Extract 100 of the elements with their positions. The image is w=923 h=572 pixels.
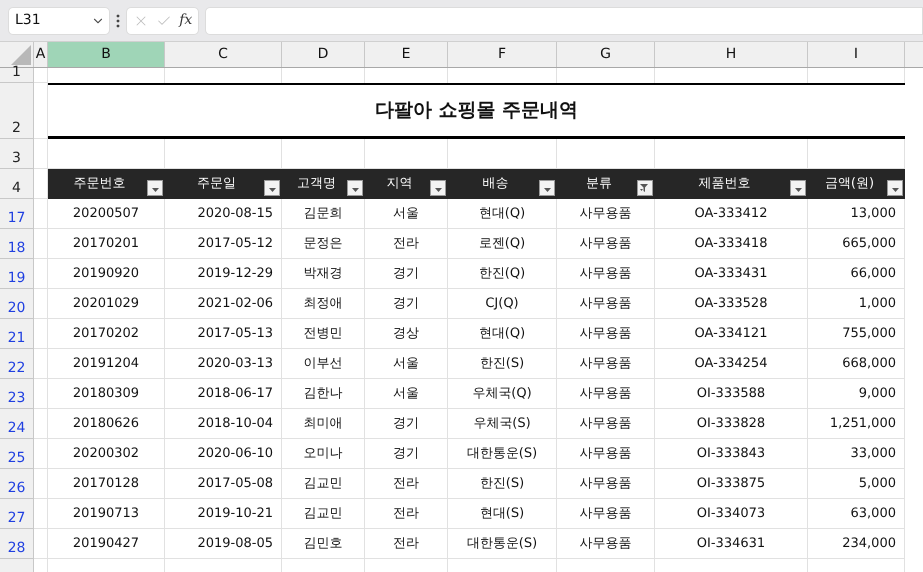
table-cell: 박재경 bbox=[282, 259, 365, 289]
more-options-icon[interactable] bbox=[116, 14, 120, 28]
sheet-title: 다팔아 쇼핑몰 주문내역 bbox=[48, 83, 905, 139]
dropdown-arrow-icon bbox=[794, 188, 802, 192]
table-cell: OA-334121 bbox=[655, 319, 808, 349]
table-cell: 2017-05-12 bbox=[165, 229, 282, 259]
table-cell: OA-334254 bbox=[655, 349, 808, 379]
table-cell: 대한통운(S) bbox=[448, 439, 557, 469]
table-cell: 20190920 bbox=[48, 259, 165, 289]
table-cell: 이부선 bbox=[282, 349, 365, 379]
row-header[interactable]: 1 bbox=[0, 68, 34, 83]
dropdown-arrow-icon bbox=[352, 188, 358, 192]
table-cell: 2020-08-15 bbox=[165, 199, 282, 229]
name-box[interactable]: L31 bbox=[8, 6, 110, 34]
row-header[interactable]: 18 bbox=[0, 229, 34, 259]
filter-applied-button[interactable] bbox=[637, 180, 653, 196]
table-cell: 전라 bbox=[365, 499, 448, 529]
table-cell: 20200507 bbox=[48, 199, 165, 229]
row-header[interactable]: 2 bbox=[0, 83, 34, 139]
column-header[interactable]: E bbox=[365, 42, 448, 67]
filter-button[interactable] bbox=[887, 180, 903, 196]
table-cell: 김민호 bbox=[282, 529, 365, 559]
table-cell: 2019-10-21 bbox=[165, 499, 282, 529]
table-cell: 2020-03-13 bbox=[165, 349, 282, 379]
row-header[interactable]: 28 bbox=[0, 529, 34, 559]
column-header[interactable]: I bbox=[808, 42, 905, 67]
filter-button[interactable] bbox=[430, 180, 446, 196]
table-cell: 1,251,000 bbox=[808, 409, 905, 439]
table-cell: 2017-05-08 bbox=[165, 469, 282, 499]
column-label: 지역 bbox=[386, 175, 412, 194]
empty-cell bbox=[34, 229, 48, 259]
table-cell: 사무용품 bbox=[557, 319, 655, 349]
column-header[interactable]: G bbox=[557, 42, 655, 67]
table-cell: OI-333843 bbox=[655, 439, 808, 469]
row-header[interactable]: 19 bbox=[0, 259, 34, 289]
table-cell: 20190427 bbox=[48, 529, 165, 559]
column-header[interactable]: H bbox=[655, 42, 808, 67]
insert-function-button[interactable]: fx bbox=[179, 10, 192, 31]
column-header[interactable]: F bbox=[448, 42, 557, 67]
table-cell: 대한통운(S) bbox=[448, 529, 557, 559]
table-cell: 2018-06-17 bbox=[165, 379, 282, 409]
table-cell: 2019-12-29 bbox=[165, 259, 282, 289]
table-cell: 66,000 bbox=[808, 259, 905, 289]
table-cell: OI-333828 bbox=[655, 409, 808, 439]
row-header[interactable]: 21 bbox=[0, 319, 34, 349]
table-cell: 사무용품 bbox=[557, 409, 655, 439]
row-header[interactable]: 17 bbox=[0, 199, 34, 229]
table-cell: 사무용품 bbox=[557, 529, 655, 559]
table-cell: 서울 bbox=[365, 349, 448, 379]
table-cell: 20200302 bbox=[48, 439, 165, 469]
empty-cell bbox=[34, 439, 48, 469]
filter-button[interactable] bbox=[147, 180, 163, 196]
table-cell: 경상 bbox=[365, 319, 448, 349]
table-cell: 우체국(Q) bbox=[448, 379, 557, 409]
row-header[interactable]: 26 bbox=[0, 469, 34, 499]
table-cell: 2021-02-06 bbox=[165, 289, 282, 319]
row-header[interactable]: 20 bbox=[0, 289, 34, 319]
formula-input-field[interactable] bbox=[205, 6, 923, 34]
table-cell: 최정애 bbox=[282, 289, 365, 319]
column-header[interactable]: D bbox=[282, 42, 365, 67]
table-cell: 경기 bbox=[365, 259, 448, 289]
table-cell: 2017-05-13 bbox=[165, 319, 282, 349]
table-cell: 1,000 bbox=[808, 289, 905, 319]
empty-cell bbox=[34, 259, 48, 289]
empty-cell bbox=[34, 199, 48, 229]
table-cell: 경기 bbox=[365, 409, 448, 439]
table-cell: 2019-08-05 bbox=[165, 529, 282, 559]
table-cell: OI-333875 bbox=[655, 469, 808, 499]
column-header[interactable]: C bbox=[165, 42, 282, 67]
table-cell: 9,000 bbox=[808, 379, 905, 409]
table-cell: OI-334073 bbox=[655, 499, 808, 529]
filter-button[interactable] bbox=[790, 180, 806, 196]
row-header[interactable]: 4 bbox=[0, 169, 34, 199]
row-header[interactable]: 23 bbox=[0, 379, 34, 409]
table-cell: 김교민 bbox=[282, 469, 365, 499]
filter-button[interactable] bbox=[264, 180, 280, 196]
table-cell: OA-333418 bbox=[655, 229, 808, 259]
table-cell: 20170202 bbox=[48, 319, 165, 349]
table-cell: 5,000 bbox=[808, 469, 905, 499]
filter-button[interactable] bbox=[347, 180, 363, 196]
table-cell: 20170201 bbox=[48, 229, 165, 259]
row-header[interactable]: 25 bbox=[0, 439, 34, 469]
table-cell: 최미애 bbox=[282, 409, 365, 439]
table-cell: 234,000 bbox=[808, 529, 905, 559]
table-cell: 현대(Q) bbox=[448, 199, 557, 229]
row-header[interactable]: 27 bbox=[0, 499, 34, 529]
row-header[interactable]: 22 bbox=[0, 349, 34, 379]
table-cell: 사무용품 bbox=[557, 229, 655, 259]
filter-button[interactable] bbox=[539, 180, 555, 196]
row-header[interactable]: 24 bbox=[0, 409, 34, 439]
dropdown-arrow-icon bbox=[268, 188, 276, 192]
table-cell: 20180626 bbox=[48, 409, 165, 439]
empty-cell bbox=[34, 499, 48, 529]
dropdown-arrow-icon bbox=[152, 188, 158, 192]
row-header[interactable]: 3 bbox=[0, 139, 34, 169]
table-cell: 전병민 bbox=[282, 319, 365, 349]
table-cell: 2020-06-10 bbox=[165, 439, 282, 469]
table-cell: 현대(S) bbox=[448, 499, 557, 529]
column-header[interactable]: B bbox=[48, 42, 165, 67]
table-cell: 사무용품 bbox=[557, 199, 655, 229]
